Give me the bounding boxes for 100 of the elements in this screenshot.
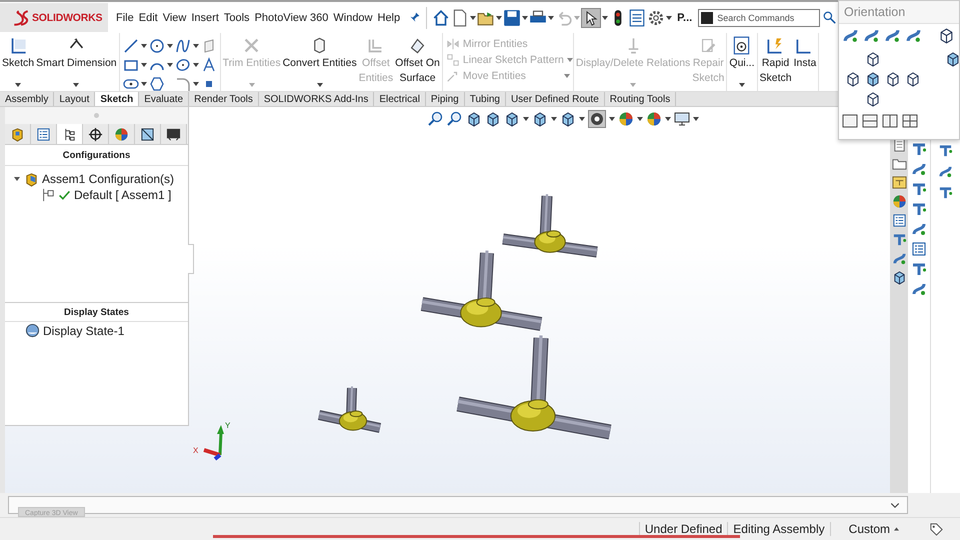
appearance-icon[interactable] [618,111,634,127]
tree-item[interactable]: Display State-1 [5,322,188,338]
ribbon-button[interactable]: Insta [792,33,818,91]
caret-icon[interactable] [140,44,147,48]
ribbon-button[interactable]: Offset On Surface [394,33,441,91]
line-tool-icon[interactable] [122,38,139,54]
circle-tool-icon[interactable] [148,38,165,54]
hide-show-icon[interactable] [589,111,605,127]
route-icon[interactable] [911,221,927,237]
view-cube-icon[interactable] [938,27,955,44]
caret-icon[interactable] [551,117,557,121]
tree-item[interactable]: Default [ Assem1 ] [41,187,188,203]
target-icon[interactable] [732,36,752,55]
caret-icon[interactable] [166,63,173,67]
route-icon[interactable] [911,281,927,297]
wire-cube-icon[interactable] [865,51,881,67]
list-icon[interactable] [628,8,646,26]
zoom-area-icon[interactable] [447,111,463,127]
menu-item[interactable]: PhotoView 360 [252,10,330,26]
caret-icon[interactable] [140,63,147,67]
polygon-tool-icon[interactable] [148,76,165,92]
menu-item[interactable]: Window [331,10,374,26]
route-icon[interactable] [938,164,953,179]
scene-icon[interactable] [646,111,662,127]
two-view-horizontal-icon[interactable] [862,113,878,129]
appearance-icon[interactable] [892,194,906,209]
panel-tab[interactable] [135,124,161,144]
caret-icon[interactable] [192,44,199,48]
wire-cube-icon[interactable] [845,71,861,87]
caret-icon[interactable] [316,83,323,87]
pipe-icon[interactable] [938,143,953,158]
caret-icon[interactable] [523,117,529,121]
list-icon[interactable] [892,213,906,228]
caret-up-icon[interactable] [894,527,899,531]
ribbon-button[interactable]: Qui... [728,33,756,91]
ribbon-button[interactable]: Convert Entities [282,33,358,91]
caret-icon[interactable] [73,83,80,87]
grip-handle[interactable] [94,113,99,118]
panel-tab[interactable] [83,124,109,144]
tag-icon[interactable] [929,522,944,536]
ribbon-tab[interactable]: Sketch [95,92,140,106]
caret-icon[interactable] [738,83,745,87]
home-icon[interactable] [432,8,450,26]
two-view-vertical-icon[interactable] [882,113,898,129]
ribbon-button[interactable]: Smart Dimension [35,33,118,91]
menu-item[interactable]: Tools [222,10,252,26]
caret-icon[interactable] [609,117,615,121]
pipe-icon[interactable] [911,201,927,217]
caret-icon[interactable] [470,16,476,20]
pipe-icon[interactable] [938,185,953,200]
ribbon-button[interactable]: Rapid Sketch [758,33,793,91]
pin-icon[interactable] [408,11,422,24]
layout-icon[interactable] [892,175,906,190]
save-icon[interactable] [503,8,522,26]
pipe-add-icon[interactable] [911,141,927,157]
caret-icon[interactable] [548,16,554,20]
panel-tab[interactable] [161,124,187,144]
menu-item[interactable]: Insert [189,10,221,26]
caret-icon[interactable] [522,16,528,20]
ellipse-tool-icon[interactable] [174,57,191,73]
wire-cube-icon[interactable] [905,71,921,87]
caret-icon[interactable] [637,117,643,121]
single-view-icon[interactable] [842,113,858,129]
monitor-icon[interactable] [674,111,690,127]
panel-tab[interactable] [57,124,83,144]
cube-icon[interactable] [892,270,906,285]
caret-icon[interactable] [496,16,502,20]
collapse-arrow-icon[interactable] [14,176,20,182]
panel-tab[interactable] [31,124,57,144]
caret-icon[interactable] [140,82,147,86]
caret-icon[interactable] [665,117,671,121]
pipe-icon[interactable] [892,232,906,247]
caret-icon[interactable] [579,117,585,121]
caret-icon[interactable] [192,82,199,86]
caret-icon[interactable] [192,63,199,67]
caret-icon[interactable] [666,16,672,20]
text-tool-icon[interactable] [200,57,217,73]
wire-cube-icon[interactable] [885,71,901,87]
search-icon[interactable] [823,11,836,24]
cube-icon[interactable] [945,51,960,67]
splitter-handle[interactable] [188,244,194,274]
zoom-fit-icon[interactable] [428,111,444,127]
cube-icon[interactable] [865,71,881,87]
menu-item[interactable]: File [114,10,136,26]
caret-icon[interactable] [15,83,22,87]
settings-icon[interactable] [647,8,666,26]
ribbon-button[interactable]: Sketch [1,33,36,91]
caret-icon[interactable] [166,44,173,48]
menu-item[interactable]: Help [376,10,402,26]
wire-cube-icon[interactable] [865,91,881,107]
menu-item[interactable]: View [160,10,188,26]
four-view-icon[interactable] [902,113,918,129]
caret-icon[interactable] [602,16,608,20]
pipe-add-icon[interactable] [911,181,927,197]
sketch-icon[interactable] [8,36,28,55]
pipe-icon[interactable] [911,261,927,277]
tree-item[interactable]: Assem1 Configuration(s) [13,171,188,187]
spline-tool-icon[interactable] [174,38,191,54]
toolbar-overflow-label[interactable]: P... [677,12,692,24]
menu-item[interactable]: Edit [136,10,160,26]
